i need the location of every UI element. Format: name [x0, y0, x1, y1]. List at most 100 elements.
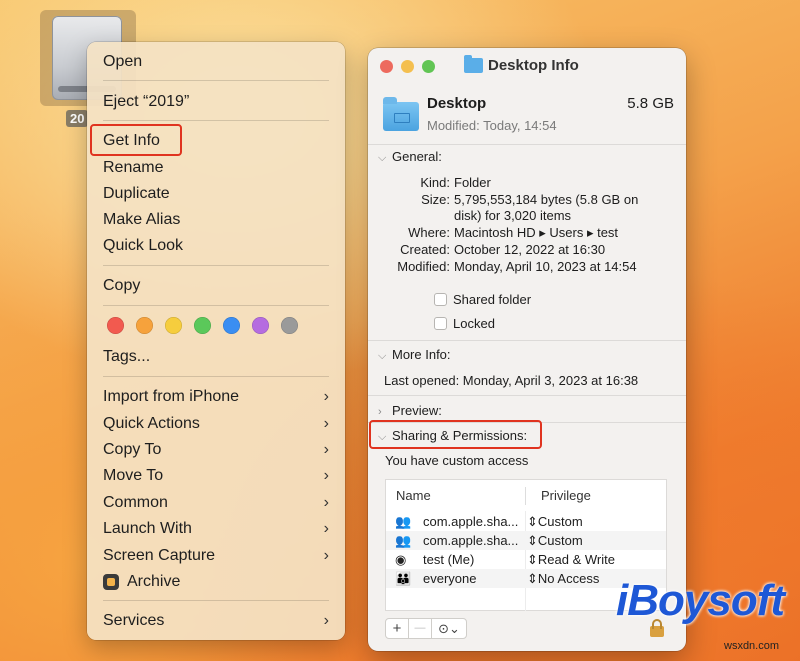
row-name: test (Me)	[423, 552, 475, 567]
menu-item-rename[interactable]: Rename	[103, 156, 331, 180]
column-header-privilege[interactable]: Privilege	[541, 480, 591, 511]
column-divider	[525, 487, 526, 505]
section-more-info-toggle[interactable]: ⌵ More Info:	[378, 347, 451, 363]
chevron-right-icon: ›	[323, 388, 329, 405]
menu-separator	[103, 600, 329, 601]
menu-item-copy-to[interactable]: Copy To ›	[103, 438, 331, 462]
table-row[interactable]: 👥 com.apple.sha... ⇕Custom	[386, 531, 666, 550]
modified-label: Modified:	[397, 259, 450, 274]
menu-item-label: Services	[103, 612, 165, 629]
privilege-popup[interactable]: ⇕No Access	[527, 569, 599, 588]
access-note: You have custom access	[385, 453, 529, 468]
privilege-value: Custom	[537, 514, 583, 529]
menu-item-import-from-iphone[interactable]: Import from iPhone ›	[103, 385, 331, 409]
size-label: Size:	[421, 192, 450, 207]
privilege-value: No Access	[537, 571, 600, 586]
highlight-sharing-permissions	[369, 420, 542, 449]
column-header-name[interactable]: Name	[396, 480, 431, 511]
menu-separator	[103, 80, 329, 81]
section-heading: General:	[392, 149, 442, 164]
user-icon: ◉	[395, 552, 407, 567]
chevron-right-icon: ›	[378, 406, 382, 418]
table-row[interactable]: 👥 com.apple.sha... ⇕Custom	[386, 512, 666, 531]
action-menu-button[interactable]: ⊙⌄	[431, 618, 467, 639]
checkbox-label: Shared folder	[453, 292, 532, 307]
checkbox-box[interactable]	[434, 293, 447, 306]
menu-item-label: Screen Capture	[103, 547, 216, 564]
tag-orange-swatch[interactable]	[136, 317, 153, 334]
item-size: 5.8 GB	[627, 95, 674, 112]
chevron-right-icon: ›	[323, 415, 329, 432]
menu-item-archive[interactable]: Archive	[103, 570, 331, 594]
folder-icon	[464, 55, 483, 73]
menu-item-eject[interactable]: Eject “2019”	[103, 90, 331, 114]
minimize-button[interactable]	[401, 60, 414, 73]
checkbox-label: Locked	[453, 316, 495, 331]
chevron-right-icon: ›	[323, 467, 329, 484]
chevron-down-icon: ⌵	[378, 350, 387, 362]
created-label: Created:	[400, 242, 450, 257]
group-icon: 👥	[395, 533, 412, 548]
menu-item-label: Launch With	[103, 520, 192, 537]
menu-item-screen-capture[interactable]: Screen Capture ›	[103, 544, 331, 568]
tag-purple-swatch[interactable]	[252, 317, 269, 334]
tag-gray-swatch[interactable]	[281, 317, 298, 334]
title-bar[interactable]: Desktop Info	[368, 48, 686, 84]
menu-item-make-alias[interactable]: Make Alias	[103, 208, 331, 232]
menu-separator	[103, 265, 329, 266]
shared-folder-checkbox[interactable]: Shared folder	[434, 292, 531, 307]
everyone-icon: 👪	[395, 571, 412, 586]
menu-item-duplicate[interactable]: Duplicate	[103, 182, 331, 206]
divider	[368, 144, 686, 145]
checkbox-box[interactable]	[434, 317, 447, 330]
privilege-value: Custom	[537, 533, 583, 548]
menu-item-open[interactable]: Open	[103, 50, 331, 74]
menu-item-common[interactable]: Common ›	[103, 491, 331, 515]
lock-icon[interactable]	[650, 619, 664, 637]
privilege-popup[interactable]: ⇕Custom	[527, 531, 583, 550]
privilege-popup[interactable]: ⇕Read & Write	[527, 550, 615, 569]
tag-yellow-swatch[interactable]	[165, 317, 182, 334]
size-value-line2: disk) for 3,020 items	[454, 208, 572, 223]
menu-item-label: Archive	[127, 573, 181, 590]
close-button[interactable]	[380, 60, 393, 73]
chevron-right-icon: ›	[323, 612, 329, 629]
locked-checkbox[interactable]: Locked	[434, 316, 495, 331]
window-title: Desktop Info	[488, 57, 579, 74]
kind-label: Kind:	[420, 175, 450, 190]
remove-button[interactable]: —	[408, 618, 432, 639]
add-button[interactable]: +	[385, 618, 409, 639]
chevron-down-icon: ⌵	[378, 152, 387, 164]
zoom-button[interactable]	[422, 60, 435, 73]
menu-item-label: Move To	[103, 467, 164, 484]
last-opened: Last opened: Monday, April 3, 2023 at 16…	[384, 373, 639, 388]
highlight-get-info	[90, 124, 182, 156]
menu-item-quick-actions[interactable]: Quick Actions ›	[103, 412, 331, 436]
kind-value: Folder	[454, 175, 491, 190]
menu-item-move-to[interactable]: Move To ›	[103, 464, 331, 488]
menu-item-label: Copy To	[103, 441, 162, 458]
menu-item-launch-with[interactable]: Launch With ›	[103, 517, 331, 541]
section-general-toggle[interactable]: ⌵ General:	[378, 149, 442, 165]
folder-icon	[383, 97, 419, 131]
section-preview-toggle[interactable]: › Preview:	[378, 403, 442, 418]
chevron-right-icon: ›	[323, 547, 329, 564]
menu-separator	[103, 305, 329, 306]
tag-green-swatch[interactable]	[194, 317, 211, 334]
modified-value: Monday, April 10, 2023 at 14:54	[454, 259, 637, 274]
context-menu: Open Eject “2019” Get Info Rename Duplic…	[87, 42, 345, 640]
tag-blue-swatch[interactable]	[223, 317, 240, 334]
menu-item-label: Common	[103, 494, 168, 511]
menu-item-services[interactable]: Services ›	[103, 609, 331, 633]
privilege-popup[interactable]: ⇕Custom	[527, 512, 583, 531]
table-row[interactable]: ◉ test (Me) ⇕Read & Write	[386, 550, 666, 569]
menu-item-copy[interactable]: Copy	[103, 274, 331, 298]
menu-item-quick-look[interactable]: Quick Look	[103, 234, 331, 258]
menu-item-tags[interactable]: Tags...	[103, 345, 331, 369]
menu-item-label: Import from iPhone	[103, 388, 240, 405]
divider	[368, 395, 686, 396]
group-icon: 👥	[395, 514, 412, 529]
watermark-site: wsxdn.com	[724, 640, 780, 652]
row-name: com.apple.sha...	[423, 533, 519, 548]
tag-red-swatch[interactable]	[107, 317, 124, 334]
